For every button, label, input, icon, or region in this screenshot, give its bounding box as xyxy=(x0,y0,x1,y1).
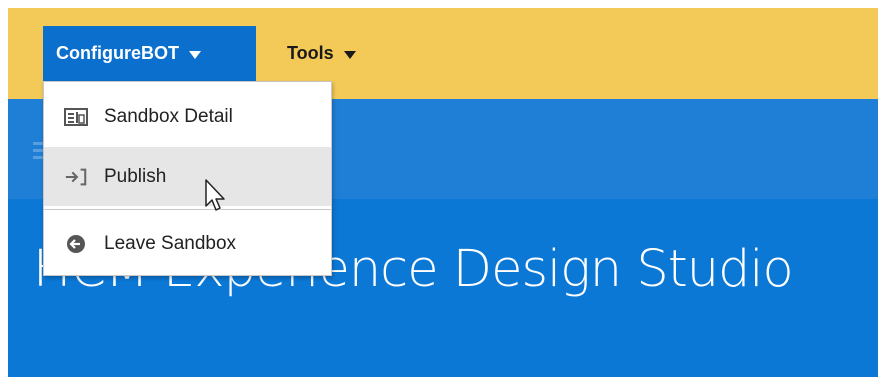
configure-bot-dropdown: Sandbox Detail Publish Leave Sandbox xyxy=(43,81,332,276)
menu-item-label: Sandbox Detail xyxy=(104,105,233,127)
publish-icon xyxy=(64,166,88,188)
menu-item-label: Publish xyxy=(104,165,167,187)
leave-sandbox-icon xyxy=(64,233,88,255)
configure-bot-menu-button[interactable]: ConfigureBOT xyxy=(43,26,256,81)
sandbox-detail-icon xyxy=(64,106,88,128)
chevron-down-icon xyxy=(343,50,356,59)
menu-divider xyxy=(44,209,331,210)
tools-label: Tools xyxy=(287,43,334,63)
menu-item-publish[interactable]: Publish xyxy=(44,147,331,206)
configure-bot-label: ConfigureBOT xyxy=(56,43,179,63)
mouse-pointer-icon xyxy=(205,179,225,211)
menu-item-label: Leave Sandbox xyxy=(104,232,237,254)
menu-item-leave-sandbox[interactable]: Leave Sandbox xyxy=(44,216,331,271)
left-border xyxy=(0,0,8,377)
tools-menu-button[interactable]: Tools xyxy=(273,26,393,81)
top-border xyxy=(0,0,878,8)
menu-item-sandbox-detail[interactable]: Sandbox Detail xyxy=(44,90,331,143)
chevron-down-icon xyxy=(189,50,201,59)
